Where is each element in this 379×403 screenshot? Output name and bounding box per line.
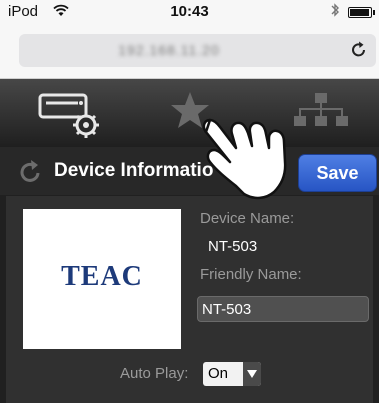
clock: 10:43: [170, 3, 209, 20]
bluetooth-icon: [330, 2, 340, 22]
auto-play-label: Auto Play:: [120, 365, 189, 382]
page-header: Device Informatio Save: [0, 147, 379, 195]
chevron-down-icon: [243, 362, 261, 386]
refresh-icon[interactable]: [18, 159, 44, 190]
device-name-value: NT-503: [208, 238, 258, 255]
url-text[interactable]: 192.168.11.20: [19, 42, 319, 58]
battery-icon: [348, 7, 375, 18]
device-name-label: Device Name:: [200, 210, 295, 227]
friendly-name-label: Friendly Name:: [200, 266, 302, 283]
tab-device-settings[interactable]: [38, 87, 102, 144]
hand-pointer-icon: [196, 112, 308, 207]
address-bar[interactable]: 192.168.11.20: [19, 34, 376, 67]
teac-logo: TEAC: [61, 261, 143, 292]
reload-icon[interactable]: [349, 40, 369, 66]
device-logo: TEAC: [23, 209, 181, 349]
save-button[interactable]: Save: [298, 154, 377, 192]
browser-toolbar: 192.168.11.20: [0, 24, 379, 79]
auto-play-value: On: [208, 365, 229, 382]
status-bar: iPod 10:43: [0, 0, 379, 24]
device-info-panel: TEAC Device Name: NT-503 Friendly Name: …: [6, 196, 373, 403]
friendly-name-field[interactable]: NT-503: [197, 296, 369, 322]
settings-device-icon: [38, 93, 99, 138]
content-area: Device Informatio Save TEAC Device Name:…: [0, 147, 379, 403]
tab-bar: [0, 79, 379, 147]
auto-play-select[interactable]: On: [203, 362, 261, 386]
page-title: Device Informatio: [54, 160, 214, 181]
